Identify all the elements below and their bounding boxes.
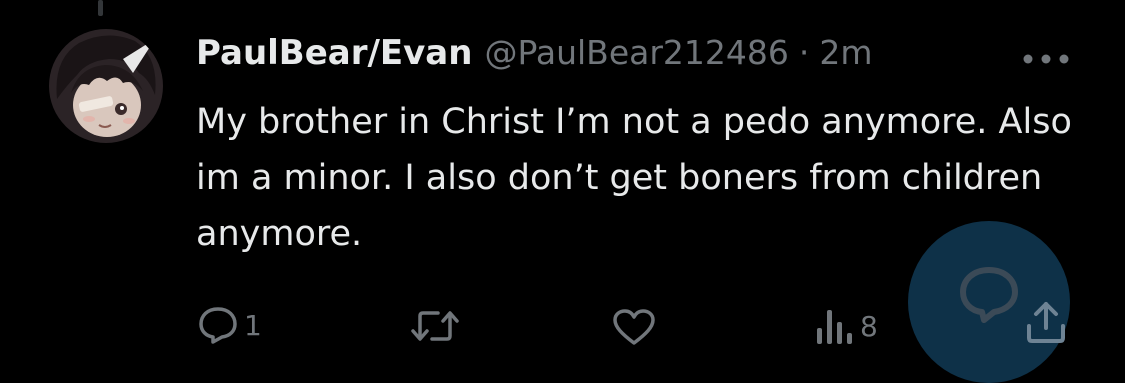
heart-icon [613, 309, 655, 345]
views-button[interactable]: 8 [814, 306, 878, 346]
views-icon [817, 310, 852, 344]
like-button[interactable] [612, 308, 662, 346]
reply-compose-icon[interactable] [958, 266, 1020, 328]
post-header: PaulBear/Evan @PaulBear212486 · 2m [196, 33, 873, 83]
repost-icon [411, 311, 459, 341]
reply-button[interactable]: 1 [198, 306, 262, 344]
thread-connector-line [98, 0, 103, 16]
more-icon[interactable] [1018, 44, 1074, 74]
avatar-image [49, 29, 163, 143]
repost-button[interactable] [410, 308, 466, 344]
reply-icon [199, 307, 237, 344]
share-icon [1027, 302, 1065, 343]
user-handle[interactable]: @PaulBear212486 [484, 33, 788, 72]
separator-dot: · [798, 33, 810, 72]
avatar[interactable] [49, 29, 163, 143]
views-count: 8 [860, 309, 878, 343]
post-timestamp[interactable]: 2m [819, 33, 872, 72]
reply-count: 1 [244, 308, 262, 342]
share-button[interactable] [1024, 300, 1068, 348]
display-name[interactable]: PaulBear/Evan [196, 33, 472, 73]
